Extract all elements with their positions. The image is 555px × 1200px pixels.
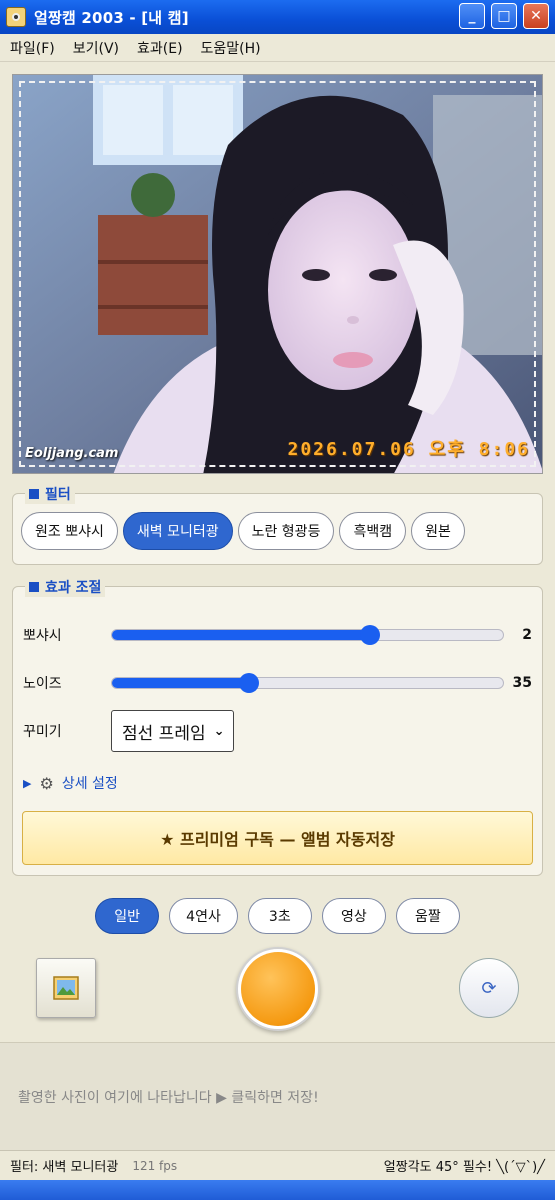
shutter-inner (241, 952, 315, 1026)
window-controls: _ □ ✕ (459, 3, 549, 29)
mode-gif[interactable]: 움짤 (395, 898, 460, 934)
filter-legend-text: 필터 (45, 487, 71, 503)
mode-normal[interactable]: 일반 (95, 898, 160, 934)
legend-square-icon (29, 582, 39, 592)
minimize-button[interactable]: _ (459, 3, 485, 29)
filter-dawn-monitor[interactable]: 새벽 모니터광 (122, 512, 233, 550)
filter-yellow-fluorescent[interactable]: 노란 형광등 (237, 512, 335, 550)
taskbar (0, 1180, 555, 1200)
camera-icon (6, 7, 26, 27)
capture-mode-tabs: 일반 4연사 3초 영상 움짤 (0, 898, 555, 934)
decor-select-value: 점선 프레임 (122, 723, 206, 744)
timestamp: 2026.07.06 오후 8:06 (287, 439, 530, 460)
filter-original-glow[interactable]: 원조 뽀샤시 (21, 512, 118, 550)
glow-value: 2 (522, 627, 532, 643)
effects-legend-text: 효과 조절 (45, 580, 102, 596)
noise-slider-row: 노이즈 35 (23, 673, 532, 693)
advanced-settings-label: 상세 설정 (61, 776, 118, 792)
legend-square-icon (29, 489, 39, 499)
advanced-settings-toggle[interactable]: ▶ ⚙ 상세 설정 (23, 773, 118, 793)
mode-timer-3s[interactable]: 3초 (247, 898, 312, 934)
noise-slider[interactable] (111, 673, 504, 693)
photo-strip[interactable]: 촬영한 사진이 여기에 나타납니다 ▶ 클릭하면 저장! (0, 1042, 555, 1150)
decor-row: 꾸미기 점선 프레임 ⌄ (23, 710, 532, 752)
noise-label: 노이즈 (23, 676, 62, 692)
camera-switch-icon: ⟳ (481, 977, 497, 999)
menu-effects[interactable]: 효과(E) (137, 38, 183, 58)
glow-slider[interactable] (111, 625, 504, 645)
premium-subscribe-button[interactable]: ★ 프리미엄 구독 — 앨범 자동저장 (22, 811, 533, 865)
watermark: Eoljjang.cam (25, 446, 119, 461)
status-tip: 얼짱각도 45° 필수! ╲(´▽`)╱ (383, 1160, 545, 1175)
noise-slider-thumb[interactable] (238, 673, 259, 693)
camera-preview[interactable]: Eoljjang.cam 2026.07.06 오후 8:06 (12, 74, 543, 474)
gear-icon: ⚙ (39, 773, 54, 793)
status-bar: 필터: 새벽 모니터광 121 fps 얼짱각도 45° 필수! ╲(´▽`)╱ (0, 1150, 555, 1180)
glow-label: 뽀샤시 (23, 628, 62, 644)
filter-list: 원조 뽀샤시 새벽 모니터광 노란 형광등 흑백캠 원본 (21, 512, 465, 550)
menu-file[interactable]: 파일(F) (10, 38, 55, 58)
noise-slider-fill (112, 678, 249, 688)
window-title: 얼짱캠 2003 - [내 캠] (34, 8, 189, 27)
effects-legend: 효과 조절 (25, 577, 106, 597)
menu-bar: 파일(F) 보기(V) 효과(E) 도움말(H) (0, 34, 555, 62)
glow-slider-row: 뽀샤시 2 (23, 625, 532, 645)
title-bar: 얼짱캠 2003 - [내 캠] _ □ ✕ (0, 0, 555, 34)
gallery-button[interactable] (36, 958, 96, 1018)
close-button[interactable]: ✕ (523, 3, 549, 29)
filter-none[interactable]: 원본 (411, 512, 465, 550)
decor-label: 꾸미기 (23, 724, 62, 740)
noise-value: 35 (512, 675, 532, 691)
menu-view[interactable]: 보기(V) (73, 38, 119, 58)
menu-help[interactable]: 도움말(H) (201, 38, 261, 58)
status-fps: 121 fps (132, 1158, 178, 1173)
photo-strip-hint: 촬영한 사진이 여기에 나타납니다 ▶ 클릭하면 저장! (18, 1089, 319, 1106)
glow-slider-thumb[interactable] (360, 625, 381, 645)
effects-group: 효과 조절 뽀샤시 2 노이즈 35 꾸미기 점선 프레임 ⌄ ▶ ⚙ 상세 설… (12, 577, 543, 876)
glow-slider-fill (112, 630, 371, 640)
mode-video[interactable]: 영상 (321, 898, 386, 934)
maximize-button[interactable]: □ (491, 3, 517, 29)
mode-burst-4[interactable]: 4연사 (169, 898, 238, 934)
dotted-frame (19, 81, 536, 467)
filter-legend: 필터 (25, 484, 75, 504)
filter-group: 필터 원조 뽀샤시 새벽 모니터광 노란 형광등 흑백캠 원본 (12, 484, 543, 565)
picture-icon (53, 976, 79, 1000)
triangle-right-icon: ▶ (23, 776, 32, 790)
filter-black-white[interactable]: 흑백캠 (339, 512, 407, 550)
decor-select[interactable]: 점선 프레임 ⌄ (111, 710, 234, 752)
switch-camera-button[interactable]: ⟳ (459, 958, 519, 1018)
shutter-button[interactable] (236, 947, 320, 1031)
status-filter: 필터: 새벽 모니터광 (10, 1160, 119, 1175)
chevron-down-icon: ⌄ (213, 723, 225, 739)
